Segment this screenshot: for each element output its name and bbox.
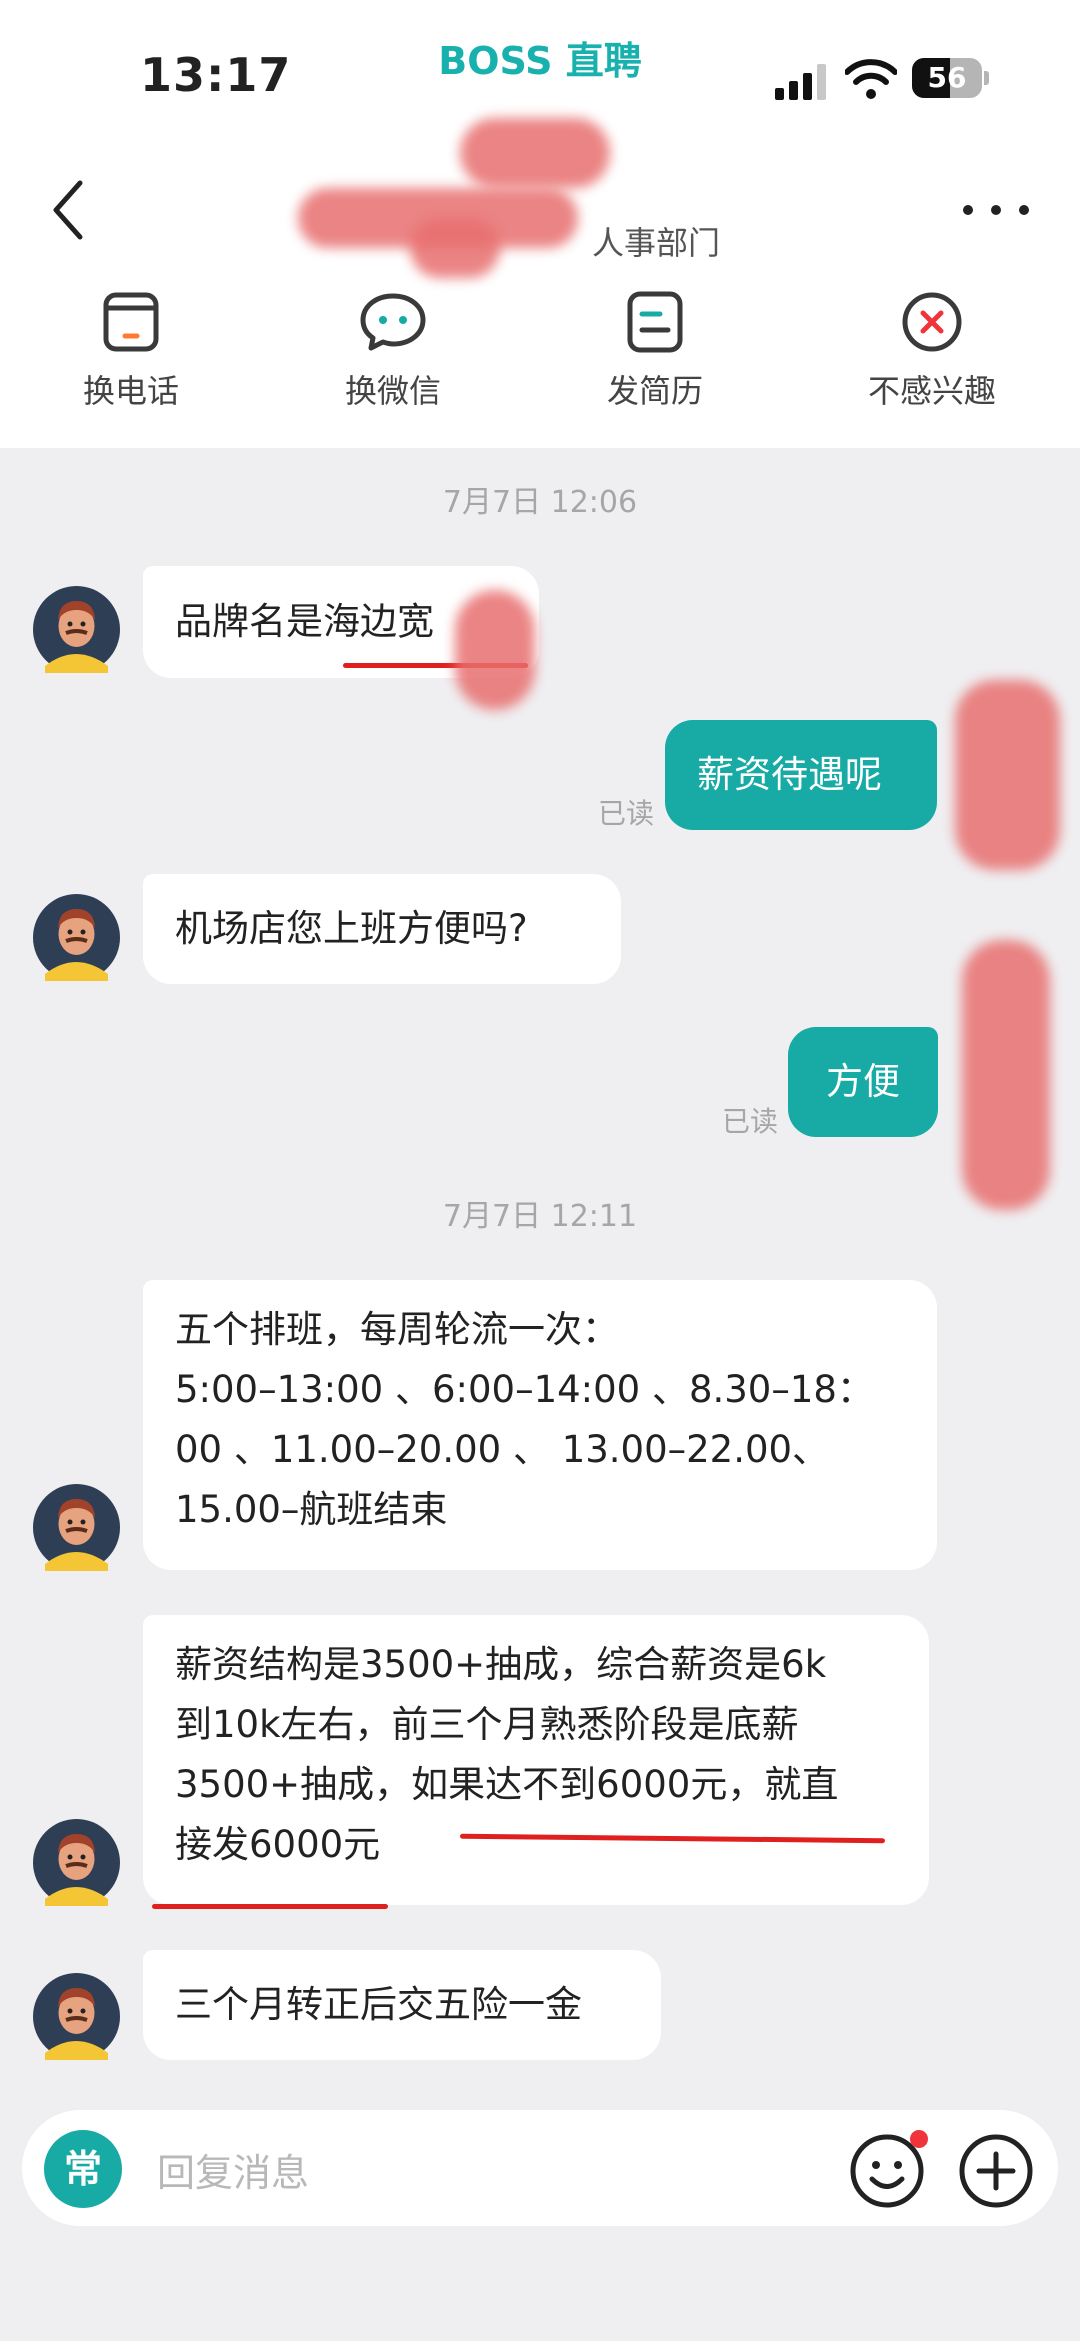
message-line: 接发6000元 (175, 1823, 381, 1866)
message-bubble-sent: 薪资待遇呢 (665, 720, 937, 830)
battery-indicator: 56 (912, 58, 989, 98)
header-area: 13:17 BOSS 直聘 56 人事部门 换电话 换微信 发简历 不感兴趣 (0, 0, 1080, 448)
message-text: 品牌名是海边宽 (175, 600, 434, 643)
recruiter-avatar[interactable] (33, 586, 120, 673)
recruiter-avatar[interactable] (33, 1973, 120, 2060)
wechat-icon (360, 293, 426, 351)
message-bubble-received: 机场店您上班方便吗? (143, 874, 621, 984)
redaction-smudge-avatar (962, 940, 1050, 1210)
exchange-wechat-button[interactable]: 换微信 (308, 290, 478, 412)
read-receipt: 已读 (722, 1105, 779, 1138)
message-bubble-received: 五个排班，每周轮流一次： 5:00–13:00 、6:00–14:00 、8.3… (143, 1280, 937, 1570)
message-bubble-sent: 方便 (788, 1027, 938, 1137)
wifi-icon (845, 59, 897, 99)
not-interested-icon (902, 292, 962, 352)
back-arrow-icon[interactable] (44, 175, 94, 245)
message-line: 五个排班，每周轮流一次： (175, 1308, 619, 1351)
exchange-phone-button[interactable]: 换电话 (46, 290, 216, 412)
reply-input-bar: 常 回复消息 (22, 2110, 1058, 2226)
message-line: 薪资结构是3500+抽成，综合薪资是6k (175, 1643, 827, 1686)
message-line: 到10k左右，前三个月熟悉阶段是底薪 (175, 1703, 799, 1746)
message-line: 5:00–13:00 、6:00–14:00 、8.30–18： (175, 1368, 874, 1411)
not-interested-button[interactable]: 不感兴趣 (847, 290, 1017, 412)
message-bubble-received: 薪资结构是3500+抽成，综合薪资是6k 到10k左右，前三个月熟悉阶段是底薪 … (143, 1615, 929, 1905)
message-line: 3500+抽成，如果达不到6000元，就直 (175, 1763, 839, 1806)
timestamp: 7月7日 12:06 (442, 485, 638, 520)
message-bubble-received: 三个月转正后交五险一金 (143, 1950, 661, 2060)
action-label: 不感兴趣 (867, 372, 996, 410)
reply-input[interactable]: 回复消息 (157, 2142, 309, 2197)
message-line: 00 、11.00–20.00 、 13.00–22.00、 (175, 1428, 830, 1471)
message-text: 薪资待遇呢 (697, 753, 882, 796)
redaction-smudge-avatar (955, 680, 1060, 870)
contact-name-redacted (290, 118, 610, 278)
signal-icon (775, 64, 826, 100)
resume-icon (627, 291, 683, 353)
message-line: 15.00–航班结束 (175, 1488, 448, 1531)
action-bar: 换电话 换微信 发简历 不感兴趣 (0, 290, 1080, 430)
send-resume-button[interactable]: 发简历 (570, 290, 740, 412)
action-label: 换微信 (344, 372, 441, 410)
contact-department: 人事部门 (592, 224, 721, 262)
message-text: 三个月转正后交五险一金 (175, 1983, 582, 2026)
action-label: 换电话 (82, 372, 179, 410)
phone-card-icon (103, 292, 159, 352)
annotation-underline (152, 1904, 388, 1909)
notification-dot (910, 2130, 928, 2148)
common-phrases-button[interactable]: 常 (44, 2130, 122, 2208)
message-text: 方便 (826, 1060, 900, 1103)
recruiter-avatar[interactable] (33, 1484, 120, 1571)
recruiter-avatar[interactable] (33, 1819, 120, 1906)
timestamp: 7月7日 12:11 (442, 1199, 638, 1234)
message-text: 机场店您上班方便吗? (175, 907, 528, 950)
recruiter-avatar[interactable] (33, 894, 120, 981)
action-label: 发简历 (606, 372, 703, 410)
more-icon[interactable] (958, 200, 1034, 220)
redaction-smudge (455, 590, 535, 710)
plus-icon[interactable] (957, 2132, 1035, 2210)
read-receipt: 已读 (598, 797, 655, 830)
